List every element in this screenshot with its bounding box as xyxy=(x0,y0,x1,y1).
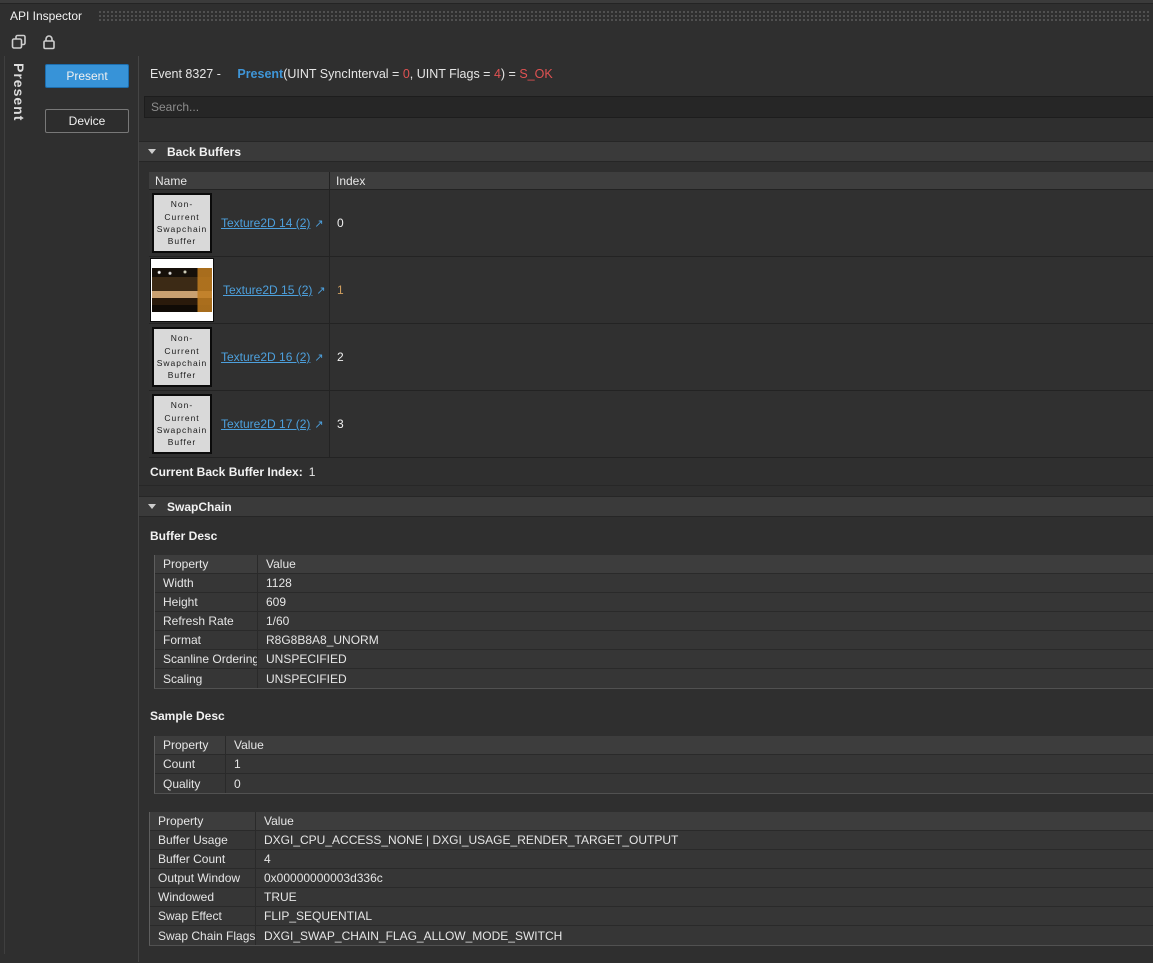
table-row: Buffer Usage DXGI_CPU_ACCESS_NONE | DXGI… xyxy=(150,831,1153,850)
buffer-desc-title: Buffer Desc xyxy=(139,529,1153,543)
event-result: S_OK xyxy=(519,67,552,81)
external-link-icon[interactable]: ↗ xyxy=(314,419,323,431)
table-row: Non- Current Swapchain Buffer Texture2D … xyxy=(149,190,1153,257)
search-input[interactable] xyxy=(144,96,1153,118)
table-row: Swap Effect FLIP_SEQUENTIAL xyxy=(150,907,1153,926)
back-buffers-table-header: Name Index xyxy=(149,172,1153,190)
table-row: Count 1 xyxy=(155,755,1153,774)
texture-link[interactable]: Texture2D 16 (2) xyxy=(221,350,310,364)
table-row: Buffer Count 4 xyxy=(150,850,1153,869)
table-row: Non- Current Swapchain Buffer Texture2D … xyxy=(149,324,1153,391)
buffer-index-value: 0 xyxy=(330,190,1153,256)
back-buffers-table: Name Index Non- Current Swapchain Buffer… xyxy=(149,172,1153,458)
dock-drag-handle[interactable] xyxy=(98,10,1151,22)
table-header-row: Property Value xyxy=(155,736,1153,755)
texture-link[interactable]: Texture2D 14 (2) xyxy=(221,216,310,230)
event-prefix: Event 8327 - xyxy=(150,67,224,81)
buffer-index-value: 1 xyxy=(330,257,1153,323)
swapchain-buffer-thumbnail: Non- Current Swapchain Buffer xyxy=(152,327,212,387)
section-header-back-buffers[interactable]: Back Buffers xyxy=(139,141,1153,162)
panel-title: API Inspector xyxy=(10,9,82,23)
external-link-icon[interactable]: ↗ xyxy=(314,218,323,230)
rendered-frame-preview xyxy=(152,268,212,312)
table-row: Non- Current Swapchain Buffer Texture2D … xyxy=(149,391,1153,458)
column-header-value: Value xyxy=(258,555,1153,573)
current-back-buffer-index: Current Back Buffer Index: 1 xyxy=(139,458,1153,486)
section-title: SwapChain xyxy=(167,500,232,514)
table-row: Swap Chain Flags DXGI_SWAP_CHAIN_FLAG_AL… xyxy=(150,926,1153,945)
table-row: Format R8G8B8A8_UNORM xyxy=(155,631,1153,650)
column-header-index: Index xyxy=(330,172,1153,189)
buffer-desc-table: Property Value Width 1128 Height 609 Ref… xyxy=(154,555,1153,689)
column-header-property: Property xyxy=(155,736,226,754)
texture-link[interactable]: Texture2D 17 (2) xyxy=(221,417,310,431)
main-layout: Present Present Device Event 8327 - Pres… xyxy=(0,56,1153,962)
sidebar-button-present[interactable]: Present xyxy=(45,64,129,88)
column-header-property: Property xyxy=(150,812,256,830)
lock-icon[interactable] xyxy=(39,32,59,52)
event-arg-text-3: ) = xyxy=(501,67,519,81)
event-header: Event 8327 - Present(UINT SyncInterval =… xyxy=(139,56,1153,87)
current-back-buffer-index-label: Current Back Buffer Index: xyxy=(150,465,303,479)
current-back-buffer-index-value: 1 xyxy=(309,465,316,479)
external-link-icon[interactable]: ↗ xyxy=(314,352,323,364)
collapse-arrow-icon[interactable] xyxy=(148,149,156,154)
swapchain-properties-table: Property Value Buffer Usage DXGI_CPU_ACC… xyxy=(149,812,1153,946)
column-header-name: Name xyxy=(149,172,330,189)
section-header-swapchain[interactable]: SwapChain xyxy=(139,496,1153,517)
event-arg-text-1: (UINT SyncInterval = xyxy=(283,67,403,81)
toolbar xyxy=(0,27,1153,56)
table-row: Texture2D 15 (2) ↗ 1 xyxy=(149,257,1153,324)
buffer-index-value: 2 xyxy=(330,324,1153,390)
table-row: Height 609 xyxy=(155,593,1153,612)
event-arg-value-1: 0 xyxy=(403,67,410,81)
table-row: Refresh Rate 1/60 xyxy=(155,612,1153,631)
section-title: Back Buffers xyxy=(167,145,241,159)
sidebar-vertical-label: Present xyxy=(11,63,27,121)
table-row: Scaling UNSPECIFIED xyxy=(155,669,1153,688)
external-link-icon[interactable]: ↗ xyxy=(316,285,325,297)
sample-desc-title: Sample Desc xyxy=(139,709,1153,723)
column-header-value: Value xyxy=(226,736,1153,754)
table-row: Windowed TRUE xyxy=(150,888,1153,907)
undock-window-icon[interactable] xyxy=(9,32,29,52)
swapchain-buffer-thumbnail-image xyxy=(150,258,214,322)
content-panel: Event 8327 - Present(UINT SyncInterval =… xyxy=(139,56,1153,962)
sidebar-edge-line xyxy=(4,56,5,954)
texture-link[interactable]: Texture2D 15 (2) xyxy=(223,283,312,297)
swapchain-buffer-thumbnail: Non- Current Swapchain Buffer xyxy=(152,193,212,253)
table-header-row: Property Value xyxy=(150,812,1153,831)
event-arg-text-2: , UINT Flags = xyxy=(410,67,494,81)
table-row: Quality 0 xyxy=(155,774,1153,793)
sidebar: Present Present Device xyxy=(0,56,139,962)
event-arg-value-2: 4 xyxy=(494,67,501,81)
sidebar-button-device[interactable]: Device xyxy=(45,109,129,133)
table-row: Output Window 0x00000000003d336c xyxy=(150,869,1153,888)
sidebar-button-group: Present Device xyxy=(45,64,129,133)
table-row: Scanline Ordering UNSPECIFIED xyxy=(155,650,1153,669)
swapchain-buffer-thumbnail: Non- Current Swapchain Buffer xyxy=(152,394,212,454)
collapse-arrow-icon[interactable] xyxy=(148,504,156,509)
table-row: Width 1128 xyxy=(155,574,1153,593)
column-header-property: Property xyxy=(155,555,258,573)
sample-desc-table: Property Value Count 1 Quality 0 xyxy=(154,736,1153,794)
column-header-value: Value xyxy=(256,812,1153,830)
event-function-name: Present xyxy=(224,67,283,81)
table-header-row: Property Value xyxy=(155,555,1153,574)
titlebar: API Inspector xyxy=(0,4,1153,27)
buffer-index-value: 3 xyxy=(330,391,1153,457)
